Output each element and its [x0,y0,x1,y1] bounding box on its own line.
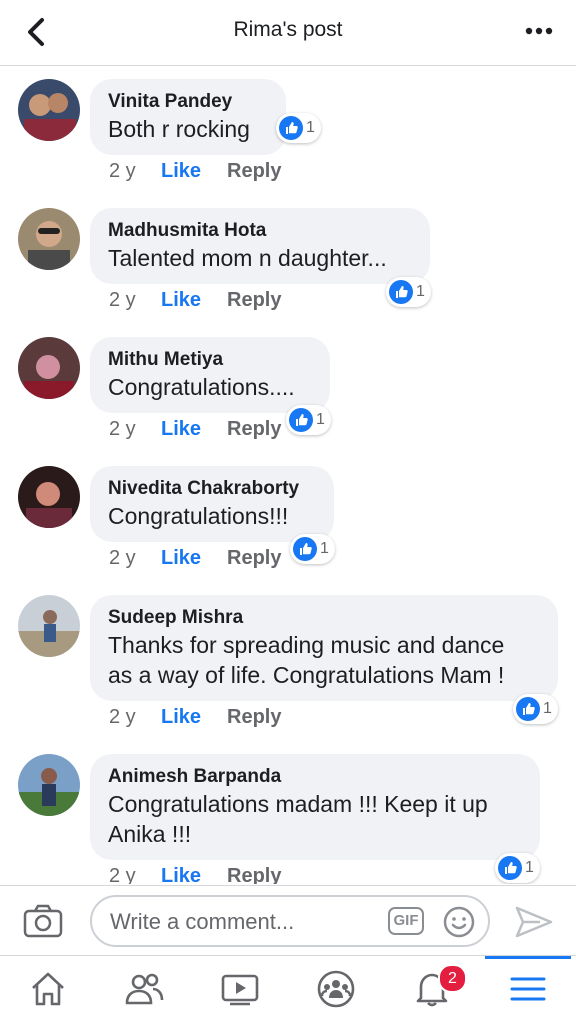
like-reaction-icon [516,697,540,721]
page-title: Rima's post [233,18,343,41]
comment-text: Congratulations madam !!! Keep it up [108,791,488,817]
comment-input[interactable]: Write a comment... GIF [90,895,490,947]
home-icon [32,972,64,1006]
comment-input-placeholder: Write a comment... [110,909,295,934]
friends-icon [125,973,164,1005]
tab-groups[interactable] [312,966,360,1010]
bottom-tab-bar: 2 [0,955,576,1024]
like-button[interactable]: Like [161,865,201,884]
menu-icon [510,977,546,1001]
comment-text: as a way of life. Congratulations Mam ! [108,662,505,688]
reaction-count: 1 [525,859,534,876]
like-button[interactable]: Like [161,706,201,729]
comment-author[interactable]: Madhusmita Hota [108,219,412,243]
reaction-summary[interactable]: 1 [513,694,558,724]
tab-watch[interactable] [216,966,264,1010]
reaction-summary[interactable]: 1 [495,853,540,883]
comment-author[interactable]: Animesh Barpanda [108,765,522,789]
like-reaction-icon [289,408,313,432]
comment-text: Congratulations!!! [108,503,289,529]
tab-home[interactable] [24,966,72,1010]
avatar[interactable] [18,754,80,816]
comment-age: 2 y [109,547,136,569]
reply-button[interactable]: Reply [227,160,281,183]
reaction-count: 1 [316,411,325,428]
comment-text: Anika !!! [108,821,192,847]
like-button[interactable]: Like [161,547,201,570]
comment-age: 2 y [109,160,136,182]
avatar[interactable] [18,337,80,399]
comment-author[interactable]: Nivedita Chakraborty [108,477,316,501]
avatar[interactable] [18,595,80,657]
like-reaction-icon [279,116,303,140]
comment-age: 2 y [109,418,136,440]
reply-button[interactable]: Reply [227,706,281,729]
comment-composer: Write a comment... GIF [0,885,576,955]
comment-text: Congratulations.... [108,374,295,400]
comment-age: 2 y [109,706,136,728]
reaction-count: 1 [320,540,329,557]
reply-button[interactable]: Reply [227,547,281,570]
notification-badge: 2 [438,964,467,993]
comments-list: Vinita Pandey Both r rocking 1 2 y Like … [0,67,576,884]
more-dots-icon[interactable] [522,19,556,43]
top-bar: Rima's post [0,0,576,66]
reply-button[interactable]: Reply [227,865,281,884]
like-reaction-icon [293,537,317,561]
like-button[interactable]: Like [161,418,201,441]
reaction-summary[interactable]: 1 [290,534,335,564]
comment-text: Both r rocking [108,116,250,142]
comment-bubble[interactable]: Vinita Pandey Both r rocking [90,79,286,155]
reaction-summary[interactable]: 1 [276,113,321,143]
comment-text: Talented mom n daughter... [108,245,387,271]
reply-button[interactable]: Reply [227,289,281,312]
active-tab-indicator [485,956,571,959]
comment-author[interactable]: Mithu Metiya [108,348,312,372]
watch-icon [221,974,259,1006]
reaction-count: 1 [306,119,315,136]
reaction-count: 1 [416,283,425,300]
comment-bubble[interactable]: Sudeep Mishra Thanks for spreading music… [90,595,558,701]
emoji-icon[interactable] [442,905,476,939]
comment-bubble[interactable]: Nivedita Chakraborty Congratulations!!! [90,466,334,542]
like-reaction-icon [389,280,413,304]
like-button[interactable]: Like [161,289,201,312]
gif-button[interactable]: GIF [388,907,424,935]
like-button[interactable]: Like [161,160,201,183]
comment-author[interactable]: Sudeep Mishra [108,606,540,630]
avatar[interactable] [18,79,80,141]
camera-icon[interactable] [22,903,64,939]
reply-button[interactable]: Reply [227,418,281,441]
groups-icon [317,970,355,1008]
send-icon[interactable] [514,904,554,940]
reaction-summary[interactable]: 1 [286,405,331,435]
comment-author[interactable]: Vinita Pandey [108,90,268,114]
reaction-summary[interactable]: 1 [386,277,431,307]
avatar[interactable] [18,208,80,270]
tab-friends[interactable] [120,966,168,1010]
comment-bubble[interactable]: Animesh Barpanda Congratulations madam !… [90,754,540,860]
like-reaction-icon [498,856,522,880]
comment-age: 2 y [109,865,136,884]
comment-bubble[interactable]: Madhusmita Hota Talented mom n daughter.… [90,208,430,284]
tab-menu[interactable] [504,966,552,1010]
comment-age: 2 y [109,289,136,311]
comment-bubble[interactable]: Mithu Metiya Congratulations.... [90,337,330,413]
comment-text: Thanks for spreading music and dance [108,632,505,658]
reaction-count: 1 [543,700,552,717]
avatar[interactable] [18,466,80,528]
